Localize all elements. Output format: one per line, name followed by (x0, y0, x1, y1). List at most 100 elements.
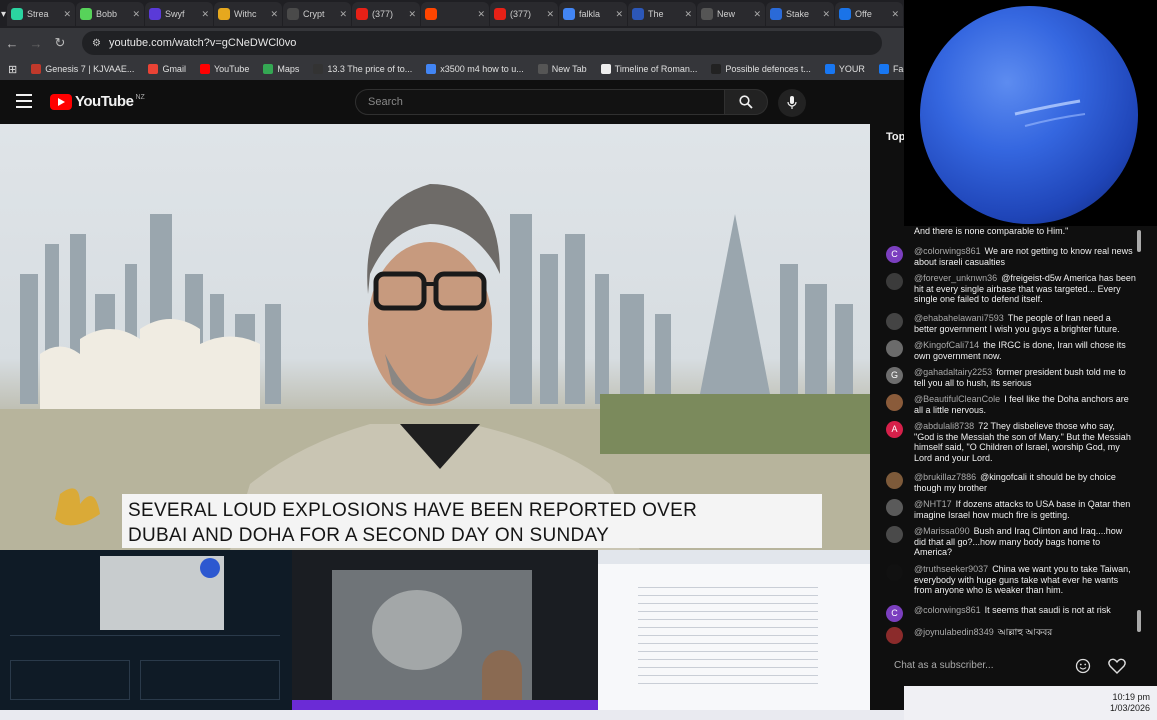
reload-button[interactable]: ↻ (48, 35, 72, 51)
chat-input[interactable]: Chat as a subscriber... (884, 653, 1074, 679)
avatar[interactable] (886, 472, 903, 489)
close-tab-icon[interactable]: ✕ (408, 9, 416, 20)
avatar[interactable] (886, 313, 903, 330)
avatar[interactable] (886, 273, 903, 290)
back-button[interactable]: ← (0, 36, 24, 51)
chat-username[interactable]: @abdulali8738 (914, 421, 974, 431)
emoji-icon[interactable] (1075, 658, 1091, 674)
close-tab-icon[interactable]: ✕ (615, 9, 623, 20)
forward-button[interactable]: → (24, 36, 48, 51)
avatar[interactable]: C (886, 605, 903, 622)
avatar[interactable] (886, 627, 903, 644)
bookmark-item[interactable]: Facebook green (878, 64, 904, 74)
chat-message: C @colorwings861 We are not getting to kno… (886, 246, 1136, 267)
chat-message: @Marissa090 Bush and Iraq Clinton and Ira… (886, 526, 1136, 558)
browser-tab[interactable]: (377) ✕ (490, 2, 558, 26)
caption-line-2: DUBAI AND DOHA FOR A SECOND DAY ON SUNDA… (128, 525, 610, 546)
close-tab-icon[interactable]: ✕ (822, 9, 830, 20)
spreadsheet-pane (598, 550, 870, 710)
video-frame-image (0, 184, 870, 550)
chat-username[interactable]: @KingofCali714 (914, 340, 979, 350)
voice-search-button[interactable] (778, 89, 806, 117)
bookmark-favicon (199, 64, 210, 74)
youtube-logo[interactable]: YouTube NZ (50, 93, 145, 110)
close-tab-icon[interactable]: ✕ (891, 9, 899, 20)
bookmark-item[interactable]: x3500 m4 how to u... (426, 64, 524, 74)
chat-username[interactable]: @ehabahelawani7593 (914, 313, 1004, 323)
system-clock[interactable]: 10:19 pm 1/03/2026 (1090, 692, 1150, 714)
browser-tab[interactable]: Crypt ✕ (283, 2, 351, 26)
close-tab-icon[interactable]: ✕ (684, 9, 692, 20)
avatar[interactable] (886, 564, 903, 581)
stream-software-pane (0, 550, 292, 710)
url-field[interactable]: ⚙ youtube.com/watch?v=gCNeDWCl0vo (82, 31, 882, 55)
chat-username[interactable]: @colorwings861 (914, 605, 981, 615)
close-tab-icon[interactable]: ✕ (132, 9, 140, 20)
bookmark-label: x3500 m4 how to u... (440, 64, 524, 74)
chat-username[interactable]: @joynulabedin8349 (914, 627, 994, 637)
browser-tab[interactable]: ✕ (421, 2, 489, 26)
avatar[interactable] (886, 526, 903, 543)
search-input[interactable]: Search (355, 89, 725, 115)
browser-tab[interactable]: Swyf ✕ (145, 2, 213, 26)
avatar[interactable]: A (886, 421, 903, 438)
browser-tab[interactable]: The ✕ (628, 2, 696, 26)
chat-username[interactable]: @colorwings861 (914, 246, 981, 256)
bookmark-item[interactable]: Maps (263, 64, 299, 74)
chat-username[interactable]: @truthseeker9037 (914, 564, 988, 574)
tab-label: (377) (372, 9, 394, 19)
avatar[interactable]: G (886, 367, 903, 384)
chat-username[interactable]: @Marissa090 (914, 526, 970, 536)
browser-tab[interactable]: New ✕ (697, 2, 765, 26)
browser-tab[interactable]: (377) ✕ (352, 2, 420, 26)
avatar[interactable] (886, 499, 903, 516)
avatar[interactable]: C (886, 246, 903, 263)
tab-search-button[interactable]: ▾ (0, 0, 7, 28)
menu-icon[interactable] (16, 94, 32, 108)
close-tab-icon[interactable]: ✕ (201, 9, 209, 20)
apps-icon[interactable]: ⊞ (8, 63, 17, 76)
video-player[interactable]: SEVERAL LOUD EXPLOSIONS HAVE BEEN REPORT… (0, 124, 870, 550)
close-tab-icon[interactable]: ✕ (477, 9, 485, 20)
browser-tab[interactable]: Withc ✕ (214, 2, 282, 26)
close-tab-icon[interactable]: ✕ (270, 9, 278, 20)
tab-label: Bobb (96, 9, 118, 19)
tab-favicon (494, 8, 506, 20)
chat-header-top[interactable]: Top (886, 131, 905, 143)
close-tab-icon[interactable]: ✕ (63, 9, 71, 20)
chat-username[interactable]: @gahadaltairy2253 (914, 367, 992, 377)
avatar[interactable] (886, 340, 903, 357)
bookmark-item[interactable]: Possible defences t... (711, 64, 811, 74)
browser-tab[interactable]: falkla ✕ (559, 2, 627, 26)
close-tab-icon[interactable]: ✕ (546, 9, 554, 20)
bookmark-item[interactable]: New Tab (537, 64, 587, 74)
heart-icon[interactable] (1108, 658, 1126, 674)
avatar[interactable] (886, 394, 903, 411)
caption-line-1: SEVERAL LOUD EXPLOSIONS HAVE BEEN REPORT… (128, 500, 698, 521)
chat-username[interactable]: @NHT17 (914, 499, 952, 509)
bookmark-item[interactable]: YouTube (199, 64, 249, 74)
chat-username[interactable]: @BeautifulCleanCole (914, 394, 1000, 404)
close-tab-icon[interactable]: ✕ (339, 9, 347, 20)
bookmark-item[interactable]: Genesis 7 | KJVAAE... (31, 64, 134, 74)
bookmark-item[interactable]: Gmail (148, 64, 186, 74)
chat-scrollbar[interactable] (1137, 230, 1143, 634)
bookmark-item[interactable]: 13.3 The price of to... (313, 64, 412, 74)
browser-tab[interactable]: Stake ✕ (766, 2, 834, 26)
bookmark-item[interactable]: YOUR (824, 64, 865, 74)
site-info-icon[interactable]: ⚙ (92, 38, 101, 49)
search-button[interactable] (724, 89, 768, 115)
chat-message: @forever_unknwn36 @freigeist-d5w America … (886, 273, 1136, 305)
browser-tab[interactable]: Bobb ✕ (76, 2, 144, 26)
chat-text: আল্লাহু আকবর (997, 627, 1053, 637)
chat-username[interactable]: @brukillaz7886 (914, 472, 976, 482)
tab-favicon (425, 8, 437, 20)
bookmark-item[interactable]: Timeline of Roman... (600, 64, 697, 74)
bookmarks-bar: ⊞ Genesis 7 | KJVAAE... Gmail YouTube Maps 1… (0, 58, 904, 80)
chat-username[interactable]: @forever_unknwn36 (914, 273, 997, 283)
close-tab-icon[interactable]: ✕ (753, 9, 761, 20)
preview-neptune (200, 558, 220, 578)
browser-tab[interactable]: Strea ✕ (7, 2, 75, 26)
browser-tab[interactable]: Offe ✕ (835, 2, 903, 26)
tab-favicon (356, 8, 368, 20)
